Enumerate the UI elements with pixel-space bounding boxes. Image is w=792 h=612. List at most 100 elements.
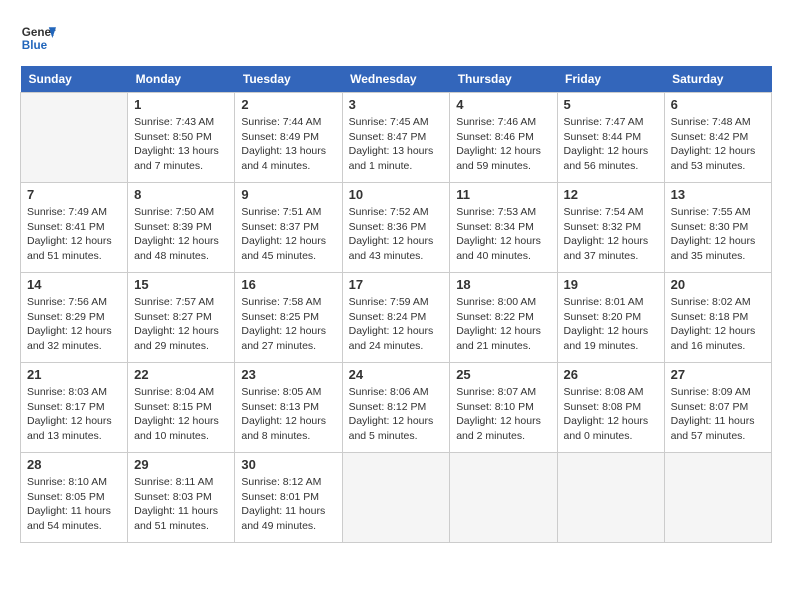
cell-info: Sunrise: 7:53 AM — [456, 205, 550, 220]
calendar-cell — [21, 93, 128, 183]
cell-info: Daylight: 12 hours — [241, 234, 335, 249]
cell-info: Daylight: 12 hours — [564, 414, 658, 429]
cell-info: and 57 minutes. — [671, 429, 765, 444]
cell-info: and 27 minutes. — [241, 339, 335, 354]
week-row-4: 21Sunrise: 8:03 AMSunset: 8:17 PMDayligh… — [21, 363, 772, 453]
cell-info: Sunset: 8:18 PM — [671, 310, 765, 325]
cell-info: Sunset: 8:41 PM — [27, 220, 121, 235]
day-number: 26 — [564, 367, 658, 382]
cell-info: Sunset: 8:37 PM — [241, 220, 335, 235]
calendar-cell: 28Sunrise: 8:10 AMSunset: 8:05 PMDayligh… — [21, 453, 128, 543]
cell-info: Daylight: 12 hours — [241, 414, 335, 429]
cell-info: Sunrise: 7:49 AM — [27, 205, 121, 220]
cell-info: Sunrise: 7:43 AM — [134, 115, 228, 130]
cell-info: Sunrise: 8:06 AM — [349, 385, 444, 400]
calendar-cell: 12Sunrise: 7:54 AMSunset: 8:32 PMDayligh… — [557, 183, 664, 273]
cell-info: and 32 minutes. — [27, 339, 121, 354]
cell-info: and 1 minute. — [349, 159, 444, 174]
cell-info: Sunset: 8:05 PM — [27, 490, 121, 505]
cell-info: and 35 minutes. — [671, 249, 765, 264]
cell-info: Daylight: 12 hours — [349, 234, 444, 249]
cell-info: Sunset: 8:46 PM — [456, 130, 550, 145]
cell-info: Daylight: 12 hours — [671, 324, 765, 339]
day-number: 3 — [349, 97, 444, 112]
calendar-cell: 29Sunrise: 8:11 AMSunset: 8:03 PMDayligh… — [128, 453, 235, 543]
cell-info: Daylight: 12 hours — [241, 324, 335, 339]
cell-info: Sunrise: 7:54 AM — [564, 205, 658, 220]
cell-info: and 51 minutes. — [134, 519, 228, 534]
cell-info: and 21 minutes. — [456, 339, 550, 354]
day-number: 18 — [456, 277, 550, 292]
days-header-row: SundayMondayTuesdayWednesdayThursdayFrid… — [21, 66, 772, 93]
calendar-cell: 22Sunrise: 8:04 AMSunset: 8:15 PMDayligh… — [128, 363, 235, 453]
cell-info: Sunrise: 8:03 AM — [27, 385, 121, 400]
day-header-wednesday: Wednesday — [342, 66, 450, 93]
cell-info: Daylight: 12 hours — [564, 144, 658, 159]
day-number: 13 — [671, 187, 765, 202]
cell-info: Daylight: 12 hours — [27, 234, 121, 249]
cell-info: Sunset: 8:39 PM — [134, 220, 228, 235]
cell-info: Sunrise: 8:00 AM — [456, 295, 550, 310]
cell-info: and 0 minutes. — [564, 429, 658, 444]
cell-info: and 19 minutes. — [564, 339, 658, 354]
day-header-monday: Monday — [128, 66, 235, 93]
cell-info: and 5 minutes. — [349, 429, 444, 444]
day-header-friday: Friday — [557, 66, 664, 93]
cell-info: Sunrise: 8:12 AM — [241, 475, 335, 490]
cell-info: Sunset: 8:49 PM — [241, 130, 335, 145]
cell-info: Sunrise: 8:05 AM — [241, 385, 335, 400]
calendar-cell — [450, 453, 557, 543]
cell-info: Sunrise: 7:45 AM — [349, 115, 444, 130]
calendar-cell: 17Sunrise: 7:59 AMSunset: 8:24 PMDayligh… — [342, 273, 450, 363]
cell-info: and 2 minutes. — [456, 429, 550, 444]
cell-info: Sunrise: 8:10 AM — [27, 475, 121, 490]
week-row-1: 1Sunrise: 7:43 AMSunset: 8:50 PMDaylight… — [21, 93, 772, 183]
cell-info: Daylight: 12 hours — [671, 144, 765, 159]
cell-info: Daylight: 12 hours — [671, 234, 765, 249]
cell-info: Sunset: 8:34 PM — [456, 220, 550, 235]
calendar-cell — [557, 453, 664, 543]
calendar-cell: 5Sunrise: 7:47 AMSunset: 8:44 PMDaylight… — [557, 93, 664, 183]
day-number: 1 — [134, 97, 228, 112]
cell-info: and 48 minutes. — [134, 249, 228, 264]
cell-info: and 10 minutes. — [134, 429, 228, 444]
day-number: 24 — [349, 367, 444, 382]
cell-info: Sunset: 8:47 PM — [349, 130, 444, 145]
cell-info: Sunrise: 8:04 AM — [134, 385, 228, 400]
calendar-table: SundayMondayTuesdayWednesdayThursdayFrid… — [20, 66, 772, 543]
cell-info: and 7 minutes. — [134, 159, 228, 174]
calendar-cell: 16Sunrise: 7:58 AMSunset: 8:25 PMDayligh… — [235, 273, 342, 363]
day-number: 20 — [671, 277, 765, 292]
cell-info: Sunset: 8:07 PM — [671, 400, 765, 415]
cell-info: Sunrise: 7:59 AM — [349, 295, 444, 310]
cell-info: Sunset: 8:08 PM — [564, 400, 658, 415]
cell-info: and 59 minutes. — [456, 159, 550, 174]
calendar-header: SundayMondayTuesdayWednesdayThursdayFrid… — [21, 66, 772, 93]
week-row-5: 28Sunrise: 8:10 AMSunset: 8:05 PMDayligh… — [21, 453, 772, 543]
day-number: 21 — [27, 367, 121, 382]
cell-info: Sunrise: 8:11 AM — [134, 475, 228, 490]
calendar-cell: 26Sunrise: 8:08 AMSunset: 8:08 PMDayligh… — [557, 363, 664, 453]
svg-text:Blue: Blue — [22, 39, 48, 52]
cell-info: Sunrise: 8:01 AM — [564, 295, 658, 310]
cell-info: Sunrise: 7:55 AM — [671, 205, 765, 220]
day-number: 30 — [241, 457, 335, 472]
cell-info: and 29 minutes. — [134, 339, 228, 354]
cell-info: and 56 minutes. — [564, 159, 658, 174]
day-number: 15 — [134, 277, 228, 292]
calendar-cell: 30Sunrise: 8:12 AMSunset: 8:01 PMDayligh… — [235, 453, 342, 543]
cell-info: Sunset: 8:01 PM — [241, 490, 335, 505]
cell-info: Sunset: 8:03 PM — [134, 490, 228, 505]
cell-info: Sunset: 8:44 PM — [564, 130, 658, 145]
day-header-sunday: Sunday — [21, 66, 128, 93]
calendar-cell: 18Sunrise: 8:00 AMSunset: 8:22 PMDayligh… — [450, 273, 557, 363]
day-header-tuesday: Tuesday — [235, 66, 342, 93]
cell-info: Daylight: 11 hours — [27, 504, 121, 519]
calendar-cell: 2Sunrise: 7:44 AMSunset: 8:49 PMDaylight… — [235, 93, 342, 183]
cell-info: Daylight: 13 hours — [349, 144, 444, 159]
cell-info: and 40 minutes. — [456, 249, 550, 264]
cell-info: and 4 minutes. — [241, 159, 335, 174]
cell-info: Sunrise: 7:51 AM — [241, 205, 335, 220]
calendar-cell: 19Sunrise: 8:01 AMSunset: 8:20 PMDayligh… — [557, 273, 664, 363]
cell-info: Daylight: 12 hours — [456, 234, 550, 249]
